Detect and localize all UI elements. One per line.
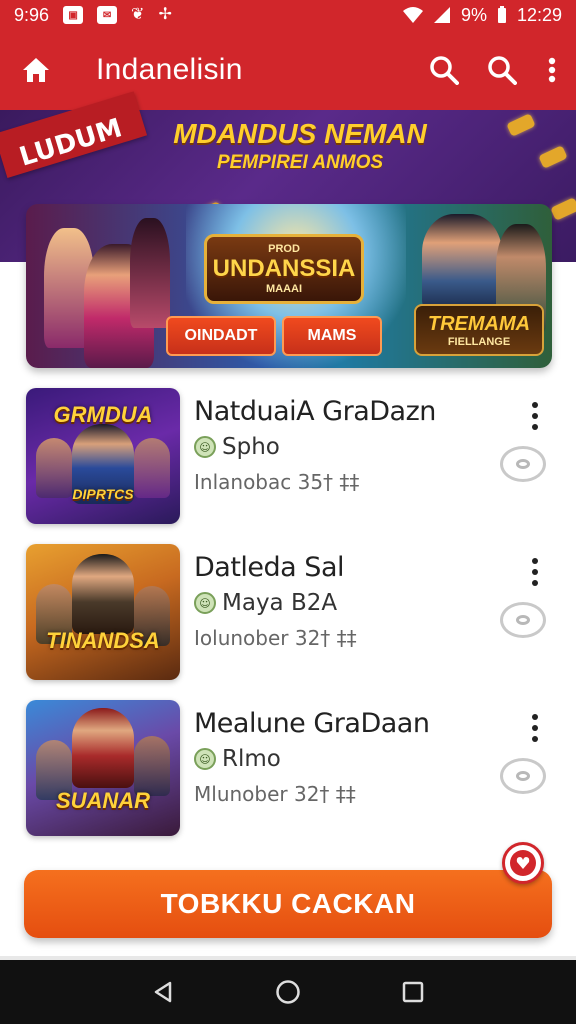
list-item[interactable]: TINANDSA Datleda Sal ☺ Maya B2A Iolunobe… [0,544,576,684]
overflow-menu-button[interactable] [540,50,564,90]
game-title[interactable]: NatduaiA GraDazn [194,396,436,427]
home-icon [23,58,49,82]
item-more-button[interactable] [524,556,546,588]
signal-icon [433,7,450,23]
recents-square-icon [403,981,424,1003]
home-circle-icon [276,980,300,1004]
app-bar: Indanelisin [0,30,576,110]
coin-icon [506,113,536,137]
banner-games-button[interactable]: MAMS [282,316,382,356]
eye-icon [516,615,530,625]
game-title[interactable]: Datleda Sal [194,552,345,583]
developer-avatar-icon: ☺ [194,436,216,458]
character-figure [130,218,170,328]
app-screen: 9:96 ▣ ✉ ❦ ✢ 9% 12:29 Indanelisin LUDUM … [0,0,576,1024]
mail-icon: ✉ [97,6,118,24]
list-item[interactable]: GRMDUA DIPRTCS NatduaiA GraDazn ☺ Spho I… [0,388,576,528]
character-figure [72,708,134,788]
logo-top-text: PROD [268,243,300,255]
logo-subtitle: MAAAI [265,283,303,295]
status-clock: 12:29 [516,4,562,25]
preview-button[interactable] [500,758,546,794]
thumbnail-title: SUANAR [55,788,151,813]
featured-game-banner[interactable]: PROD UNDANSSIA MAAAI OINDADT MAMS TREMAM… [26,204,552,368]
gallery-icon: ▣ [63,6,84,24]
logo-title: UNDANSSIA [212,255,356,282]
floating-action-button[interactable] [502,842,544,884]
sync-icon: ✢ [158,6,172,23]
system-nav-bar [0,960,576,1024]
list-item[interactable]: SUANAR Mealune GraDaan ☺ Rlmo Mlunober 3… [0,700,576,840]
search-icon [430,56,459,85]
promo-title: MDANDUS NEMAN [173,118,427,149]
heart-icon [510,850,536,876]
search-button-2[interactable] [482,50,522,90]
game-thumbnail[interactable]: TINANDSA [26,544,180,680]
item-more-button[interactable] [524,400,546,432]
eye-icon [516,771,530,781]
character-figure [422,214,502,310]
developer-name: Spho [222,434,280,460]
back-button[interactable] [139,968,187,1016]
preview-button[interactable] [500,602,546,638]
game-meta: Inlanobac 35† ‡‡ [194,470,360,494]
game-thumbnail[interactable]: SUANAR [26,700,180,836]
status-time-left: 9:96 [14,4,50,25]
developer-avatar-icon: ☺ [194,748,216,770]
game-thumbnail[interactable]: GRMDUA DIPRTCS [26,388,180,524]
game-logo: PROD UNDANSSIA MAAAI [204,234,364,304]
back-triangle-icon [154,981,171,1003]
character-figure [72,554,134,634]
thumbnail-caption: DIPRTCS [72,486,134,502]
developer-row: ☺ Rlmo [194,746,281,772]
coin-icon [550,197,576,221]
banner-download-button[interactable]: OINDADT [166,316,276,356]
character-figure [134,736,170,796]
status-bar: 9:96 ▣ ✉ ❦ ✢ 9% 12:29 [0,0,576,30]
leaf-icon: ❦ [131,6,145,23]
preview-button[interactable] [500,446,546,482]
promo-subtitle: PEMPIREI ANMOS [216,152,384,173]
heart-shape-icon [516,857,530,869]
wifi-icon [402,7,423,23]
item-more-button[interactable] [524,712,546,744]
coin-icon [538,145,568,169]
search-button[interactable] [424,50,464,90]
badge-title: TREMAMA [427,312,531,335]
more-vert-icon [548,57,556,83]
thumbnail-title: TINANDSA [46,628,160,653]
search-icon [488,56,517,85]
developer-row: ☺ Spho [194,434,280,460]
battery-icon [497,6,506,23]
developer-name: Rlmo [222,746,281,772]
primary-cta-button[interactable]: TOBKKU CACKAN [24,870,552,938]
app-title: Indanelisin [96,53,243,86]
developer-row: ☺ Maya B2A [194,590,337,616]
home-nav-button[interactable] [264,968,312,1016]
developer-name: Maya B2A [222,590,338,616]
home-button[interactable] [16,50,56,90]
badge-subtitle: FIELLANGE [447,335,511,348]
game-badge: TREMAMA FIELLANGE [414,304,544,356]
battery-level: 9% [460,4,487,25]
game-title[interactable]: Mealune GraDaan [194,708,430,739]
developer-avatar-icon: ☺ [194,592,216,614]
game-meta: Iolunober 32† ‡‡ [194,626,357,650]
game-meta: Mlunober 32† ‡‡ [194,782,356,806]
thumbnail-title: GRMDUA [53,402,153,427]
recents-button[interactable] [389,968,437,1016]
eye-icon [516,459,530,469]
